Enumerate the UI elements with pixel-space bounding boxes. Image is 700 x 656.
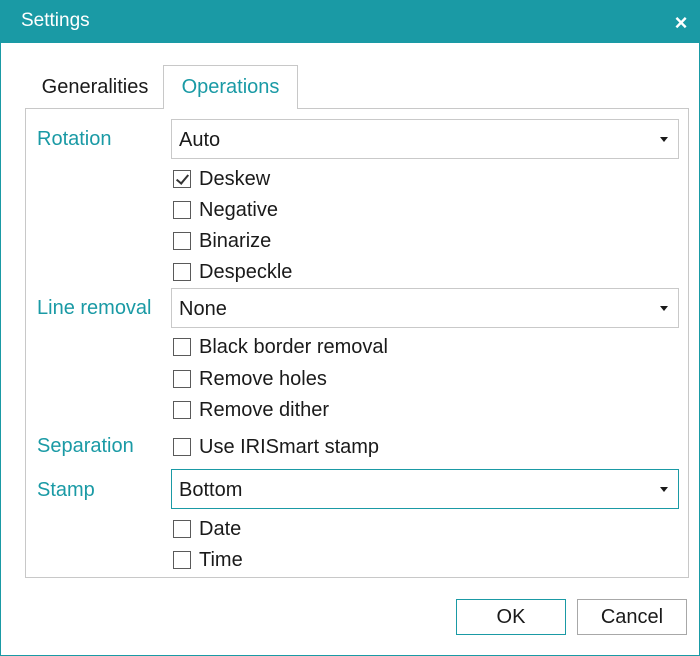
close-icon[interactable]: × [669, 10, 693, 35]
stamp-select[interactable]: Bottom [171, 469, 679, 509]
tab-generalities-label: Generalities [41, 75, 149, 98]
rotation-select[interactable]: Auto [171, 119, 679, 159]
stamp-select-value: Bottom [179, 479, 243, 501]
checkbox-remove-dither[interactable]: Remove dither [173, 397, 329, 423]
black-border-removal-label: Black border removal [199, 335, 388, 358]
ok-button[interactable]: OK [456, 599, 566, 635]
remove-dither-checkbox-box[interactable] [173, 401, 191, 419]
remove-holes-label: Remove holes [199, 367, 327, 390]
binarize-label: Binarize [199, 229, 272, 252]
binarize-checkbox-box[interactable] [173, 232, 191, 250]
cancel-button[interactable]: Cancel [577, 599, 687, 635]
checkbox-despeckle[interactable]: Despeckle [173, 259, 292, 285]
checkbox-time[interactable]: Time [173, 547, 243, 573]
remove-holes-checkbox-box[interactable] [173, 370, 191, 388]
chevron-down-icon [660, 306, 668, 311]
despeckle-checkbox-box[interactable] [173, 263, 191, 281]
black-border-removal-checkbox-box[interactable] [173, 338, 191, 356]
deskew-label: Deskew [199, 167, 271, 190]
remove-dither-label: Remove dither [199, 398, 330, 421]
rotation-select-value: Auto [179, 129, 221, 151]
settings-dialog: Settings × Generalities Operations Rotat… [0, 0, 700, 656]
stamp-label: Stamp [37, 479, 95, 501]
negative-label: Negative [199, 198, 278, 221]
checkbox-use-irismart-stamp[interactable]: Use IRISmart stamp [173, 434, 379, 460]
time-label: Time [199, 548, 243, 571]
tab-generalities[interactable]: Generalities [27, 65, 163, 109]
separation-label: Separation [37, 435, 134, 457]
checkbox-binarize[interactable]: Binarize [173, 228, 271, 254]
line-removal-select[interactable]: None [171, 288, 679, 328]
checkbox-date[interactable]: Date [173, 516, 241, 542]
rotation-label: Rotation [37, 128, 112, 150]
checkbox-remove-holes[interactable]: Remove holes [173, 366, 327, 392]
time-checkbox-box[interactable] [173, 551, 191, 569]
chevron-down-icon [660, 137, 668, 142]
line-removal-label: Line removal [37, 297, 152, 319]
date-checkbox-box[interactable] [173, 520, 191, 538]
line-removal-select-value: None [179, 298, 227, 320]
despeckle-label: Despeckle [199, 260, 293, 283]
dialog-title: Settings [21, 10, 90, 31]
use-irismart-stamp-checkbox-box[interactable] [173, 438, 191, 456]
date-label: Date [199, 517, 242, 540]
checkbox-deskew[interactable]: Deskew [173, 166, 270, 192]
use-irismart-stamp-label: Use IRISmart stamp [199, 435, 380, 458]
checkbox-negative[interactable]: Negative [173, 197, 278, 223]
checkbox-black-border-removal[interactable]: Black border removal [173, 334, 388, 360]
deskew-checkbox-box[interactable] [173, 170, 191, 188]
tab-operations[interactable]: Operations [163, 65, 298, 109]
negative-checkbox-box[interactable] [173, 201, 191, 219]
chevron-down-icon [660, 487, 668, 492]
title-bar[interactable]: Settings × [1, 1, 699, 43]
tab-operations-label: Operations [181, 76, 280, 98]
